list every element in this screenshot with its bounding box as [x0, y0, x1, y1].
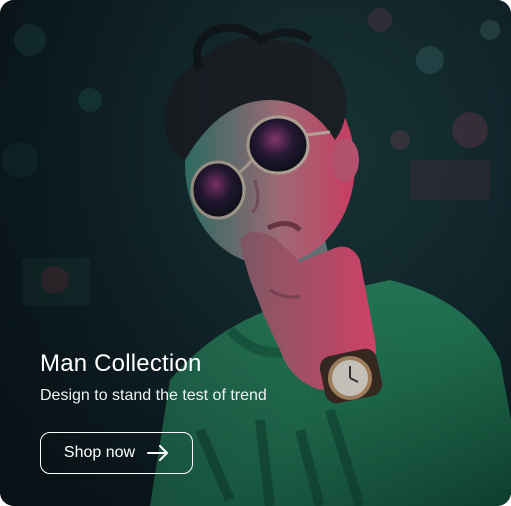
arrow-right-icon: [147, 445, 169, 461]
banner-title: Man Collection: [40, 350, 202, 377]
promo-banner-card[interactable]: Man Collection Design to stand the test …: [0, 0, 511, 506]
shop-now-label: Shop now: [63, 444, 136, 461]
photo-overlay: [0, 0, 511, 506]
shop-now-button[interactable]: Shop now: [40, 432, 193, 474]
banner-subtitle: Design to stand the test of trend: [40, 387, 267, 404]
